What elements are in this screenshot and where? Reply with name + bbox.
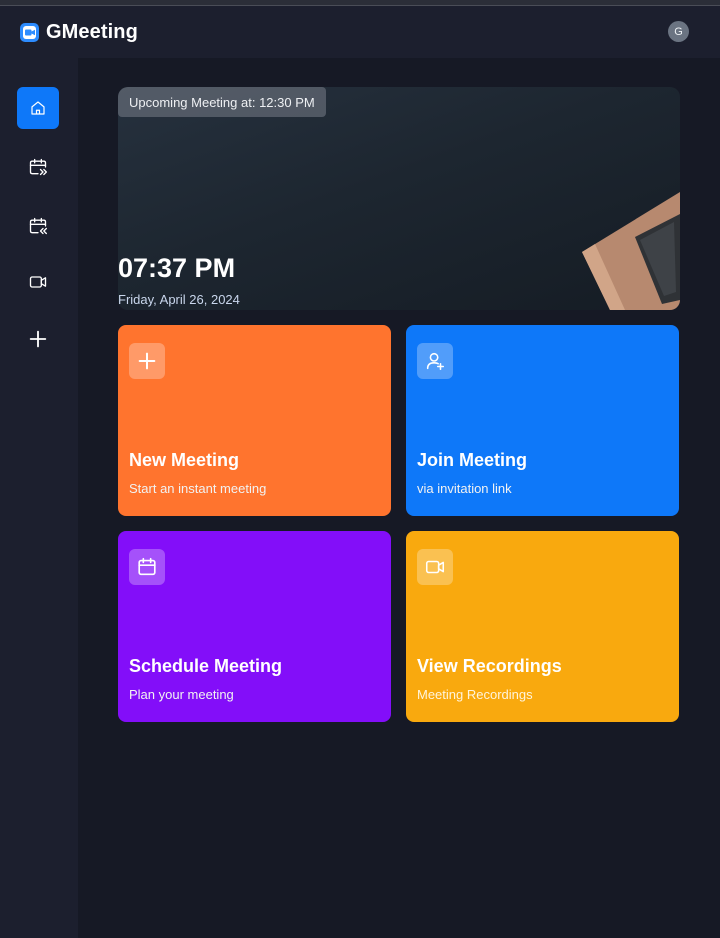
sidebar-item-recordings[interactable] — [17, 261, 59, 303]
sidebar-item-previous[interactable] — [17, 205, 59, 247]
new-meeting-card[interactable]: New Meeting Start an instant meeting — [118, 325, 391, 516]
home-icon — [31, 101, 45, 115]
card-title: Join Meeting — [417, 450, 528, 470]
calendar-icon — [129, 549, 165, 585]
upcoming-meeting-badge: Upcoming Meeting at: 12:30 PM — [118, 87, 326, 117]
sidebar-item-upcoming[interactable] — [17, 146, 59, 188]
sidebar-item-personal-room[interactable] — [17, 318, 59, 360]
card-subtitle: Start an instant meeting — [129, 481, 267, 496]
main-content: Upcoming Meeting at: 12:30 PM 07:37 PM F… — [78, 58, 720, 938]
video-logo-icon — [20, 22, 39, 42]
hero-banner: Upcoming Meeting at: 12:30 PM 07:37 PM F… — [118, 87, 680, 310]
user-avatar[interactable]: G — [668, 21, 689, 42]
top-navbar: GMeeting G — [0, 6, 720, 58]
video-icon — [29, 276, 47, 288]
user-add-icon — [417, 343, 453, 379]
plus-icon — [129, 343, 165, 379]
card-subtitle: via invitation link — [417, 481, 512, 496]
video-icon — [417, 549, 453, 585]
sidebar-item-home[interactable] — [17, 87, 59, 129]
current-date: Friday, April 26, 2024 — [118, 292, 240, 307]
calendar-back-icon — [29, 217, 47, 235]
calendar-forward-icon — [29, 158, 47, 176]
card-title: New Meeting — [129, 450, 240, 470]
brand-link[interactable]: GMeeting — [20, 21, 138, 44]
app-title: GMeeting — [46, 20, 138, 43]
card-subtitle: Meeting Recordings — [417, 687, 533, 702]
sidebar — [0, 58, 78, 938]
current-time: 07:37 PM — [118, 253, 236, 283]
plus-icon — [29, 330, 47, 348]
card-title: Schedule Meeting — [129, 656, 283, 676]
desk-objects-image — [582, 192, 680, 310]
join-meeting-card[interactable]: Join Meeting via invitation link — [406, 325, 679, 516]
view-recordings-card[interactable]: View Recordings Meeting Recordings — [406, 531, 679, 722]
card-subtitle: Plan your meeting — [129, 687, 234, 702]
schedule-meeting-card[interactable]: Schedule Meeting Plan your meeting — [118, 531, 391, 722]
card-title: View Recordings — [417, 656, 562, 676]
